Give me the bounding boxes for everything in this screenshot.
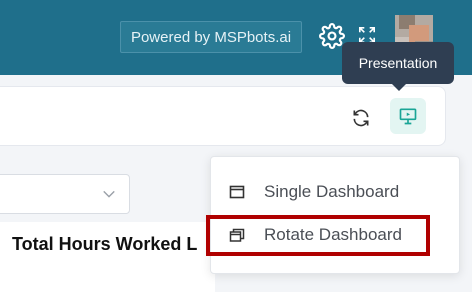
refresh-icon [353,109,369,127]
menu-item-label: Rotate Dashboard [264,225,402,244]
menu-item-rotate-dashboard[interactable]: Rotate Dashboard [218,215,448,255]
presentation-button[interactable] [390,98,426,134]
widget-title: Total Hours Worked L [12,234,198,254]
powered-by-badge[interactable]: Powered by MSPbots.ai [120,21,302,53]
menu-item-single-dashboard[interactable]: Single Dashboard [218,172,448,212]
menu-item-label: Single Dashboard [264,182,400,201]
gear-icon [319,23,345,49]
presentation-tooltip: Presentation [342,42,454,91]
window-icon [226,181,248,203]
chevron-down-icon [101,186,117,202]
stacked-windows-icon [226,224,248,246]
refresh-button[interactable] [348,105,374,131]
widget-panel [0,222,215,292]
presentation-icon [399,108,417,125]
dashboard-toolbar-card [0,86,446,146]
